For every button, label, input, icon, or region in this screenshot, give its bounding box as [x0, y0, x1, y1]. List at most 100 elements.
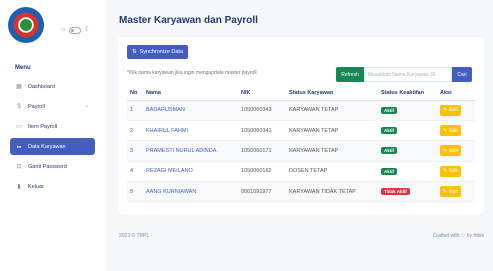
- theme-toggle-group: ☼ ☾: [60, 25, 91, 35]
- status-badge: Aktif: [381, 147, 397, 155]
- edit-icon: ✎: [443, 127, 448, 134]
- theme-toggle[interactable]: [69, 26, 82, 34]
- edit-icon: ✎: [443, 188, 448, 195]
- sidebar: ☼ ☾ Menu ▦ Dashboard $ Payroll ⌄ ▭ Item …: [0, 0, 107, 271]
- cell-no: 1: [127, 100, 143, 121]
- cell-status: KARYAWAN TETAP: [286, 140, 378, 162]
- menu-title: Menu: [15, 65, 31, 71]
- table-header-row: No Nama NIK Status Karyawan Status Keakt…: [127, 86, 475, 101]
- sun-icon: ☼: [60, 26, 67, 33]
- moon-icon: ☾: [84, 26, 91, 33]
- cell-aksi: ✎ Edit: [437, 181, 475, 203]
- status-badge: Aktif: [381, 127, 397, 135]
- page-title: Master Karyawan dan Payroll: [119, 15, 258, 26]
- cell-nik: 1050060343: [238, 100, 286, 121]
- cell-status: KARYAWAN TETAP: [286, 120, 378, 142]
- cell-nik: 1050060341: [238, 120, 286, 142]
- table-row: 1 BADARUSMAN 1050060343 KARYAWAN TETAP A…: [127, 100, 475, 121]
- sidebar-menu: ▦ Dashboard $ Payroll ⌄ ▭ Item Payroll ●…: [10, 78, 95, 198]
- search-group: Refresh Cari: [336, 67, 472, 82]
- users-icon: ●●: [16, 144, 22, 149]
- sidebar-item-payroll[interactable]: $ Payroll ⌄: [10, 98, 95, 115]
- logo[interactable]: [8, 7, 44, 43]
- table-row: 5 AANG KURNIAWAN 0001091977 KARYAWAN TID…: [127, 181, 475, 203]
- col-header-nik: NIK: [238, 86, 286, 101]
- refresh-button[interactable]: Refresh: [336, 67, 364, 82]
- edit-label: Edit: [449, 147, 458, 154]
- cell-aktif: Aktif: [378, 140, 437, 162]
- status-badge: Aktif: [381, 167, 397, 175]
- edit-icon: ✎: [443, 168, 448, 175]
- edit-label: Edit: [449, 188, 458, 195]
- cell-aksi: ✎ Edit: [437, 100, 475, 121]
- cell-no: 4: [127, 161, 143, 183]
- sidebar-item-label: Dashboard: [28, 83, 55, 90]
- edit-icon: ✎: [443, 107, 448, 114]
- edit-label: Edit: [449, 168, 458, 175]
- table-row: 4 REZAGI MEILANO 1050060162 DOSEN TETAP …: [127, 161, 475, 183]
- cell-status: DOSEN TETAP: [286, 161, 378, 183]
- cell-aktif: Tidak Aktif: [378, 181, 437, 203]
- cell-aktif: Aktif: [378, 161, 437, 183]
- synchronize-data-label: Synchronize Data: [139, 49, 184, 55]
- helper-note: *Klik nama karyawan jika ingin mengupdat…: [127, 70, 257, 76]
- sidebar-item-label: Ganti Password: [28, 163, 67, 170]
- footer-crafted-suffix: by: [466, 233, 473, 239]
- sidebar-item-ganti-password[interactable]: ⊡ Ganti Password: [10, 158, 95, 175]
- col-header-no: No: [127, 86, 143, 101]
- employee-name-link[interactable]: AANG KURNIAWAN: [143, 181, 238, 203]
- footer-crafted-prefix: Crafted with: [432, 233, 460, 239]
- cell-status: KARYAWAN TETAP: [286, 100, 378, 121]
- key-icon: ⊡: [16, 164, 22, 170]
- edit-label: Edit: [449, 127, 458, 134]
- cell-aksi: ✎ Edit: [437, 140, 475, 162]
- sidebar-item-item-payroll[interactable]: ▭ Item Payroll: [10, 118, 95, 135]
- sidebar-item-label: Data Karyawan: [28, 143, 66, 150]
- employee-name-link[interactable]: PRAMESTI NURUL ADINDA: [143, 140, 238, 162]
- dollar-icon: $: [17, 103, 21, 110]
- edit-button[interactable]: ✎ Edit: [440, 186, 461, 198]
- edit-button[interactable]: ✎ Edit: [440, 104, 461, 116]
- heart-icon: ♡: [460, 233, 466, 239]
- cell-aktif: Aktif: [378, 120, 437, 142]
- search-button[interactable]: Cari: [452, 67, 472, 82]
- edit-button[interactable]: ✎ Edit: [440, 145, 461, 157]
- cell-no: 3: [127, 140, 143, 162]
- edit-button[interactable]: ✎ Edit: [440, 165, 461, 177]
- sidebar-item-data-karyawan[interactable]: ●● Data Karyawan: [10, 138, 95, 155]
- edit-label: Edit: [449, 107, 458, 114]
- col-header-status-karyawan: Status Karyawan: [286, 86, 378, 101]
- sidebar-item-label: Item Payroll: [28, 123, 58, 130]
- cell-nik: 0001091977: [238, 181, 286, 203]
- sync-icon: ⇅: [132, 49, 137, 55]
- employee-name-link[interactable]: KHAIRUL FAHMI: [143, 120, 238, 142]
- edit-icon: ✎: [443, 147, 448, 154]
- sidebar-item-keluar[interactable]: ▮ Keluar: [10, 178, 95, 195]
- footer-copyright: 2023 © TRPL: [119, 233, 150, 239]
- cell-aksi: ✎ Edit: [437, 120, 475, 142]
- search-input[interactable]: [364, 67, 452, 82]
- cell-aksi: ✎ Edit: [437, 161, 475, 183]
- door-icon: ▮: [17, 184, 21, 190]
- grid-icon: ▦: [16, 84, 22, 90]
- cell-no: 5: [127, 181, 143, 203]
- synchronize-data-button[interactable]: ⇅ Synchronize Data: [127, 45, 189, 59]
- table-row: 2 KHAIRUL FAHMI 1050060341 KARYAWAN TETA…: [127, 120, 475, 142]
- sidebar-item-dashboard[interactable]: ▦ Dashboard: [10, 78, 95, 95]
- status-badge: Aktif: [381, 106, 397, 114]
- table-row: 3 PRAMESTI NURUL ADINDA 1050060171 KARYA…: [127, 140, 475, 162]
- main-card: ⇅ Synchronize Data *Klik nama karyawan j…: [118, 37, 484, 214]
- edit-button[interactable]: ✎ Edit: [440, 125, 461, 137]
- cell-aktif: Aktif: [378, 100, 437, 121]
- col-header-nama: Nama: [143, 86, 238, 101]
- footer-author-link[interactable]: fdtsk: [473, 233, 484, 239]
- employee-name-link[interactable]: REZAGI MEILANO: [143, 161, 238, 183]
- employee-name-link[interactable]: BADARUSMAN: [143, 100, 238, 121]
- col-header-aksi: Aksi: [437, 86, 475, 101]
- sidebar-item-label: Keluar: [28, 183, 44, 190]
- chevron-down-icon: ⌄: [83, 103, 89, 109]
- cell-nik: 1050060171: [238, 140, 286, 162]
- cell-nik: 1050060162: [238, 161, 286, 183]
- bag-icon: ▭: [16, 124, 22, 130]
- employee-table: No Nama NIK Status Karyawan Status Keakt…: [127, 86, 475, 203]
